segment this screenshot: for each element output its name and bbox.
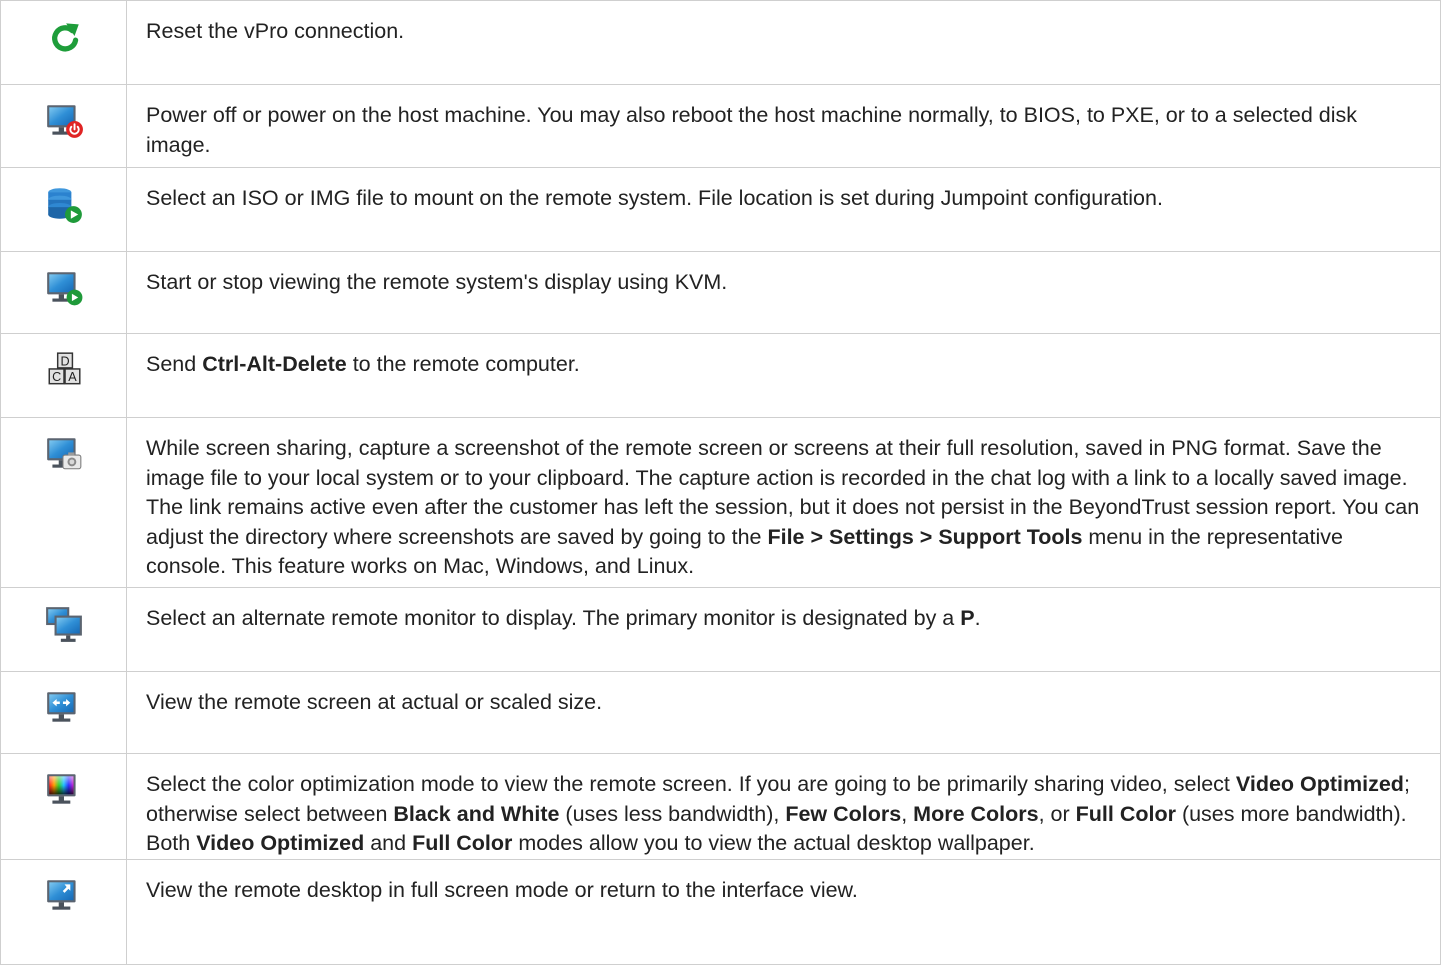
emphasized-term: Few Colors (785, 801, 902, 826)
monitor-camera-icon (44, 434, 84, 474)
description-cell: Reset the vPro connection. (126, 0, 1441, 85)
key-label: A (68, 370, 77, 384)
description-text: , (901, 801, 914, 826)
monitor-fullscreen-icon (44, 876, 84, 916)
description-text: to the remote computer. (346, 352, 580, 376)
icon-cell (0, 417, 127, 588)
description-cell: View the remote desktop in full screen m… (126, 858, 1441, 965)
description-text: Reset the vPro connection. (146, 19, 405, 43)
description-cell: Start or stop viewing the remote system'… (126, 251, 1441, 334)
table-row: View the remote desktop in full screen m… (0, 858, 1441, 965)
description-cell: Power off or power on the host machine. … (126, 84, 1441, 168)
emphasized-term: File > Settings > Support Tools (767, 524, 1083, 549)
description-text: Select the color optimization mode to vi… (146, 772, 1236, 796)
monitor-play-icon (44, 268, 84, 308)
icon-cell (0, 671, 127, 754)
emphasized-term: More Colors (913, 801, 1039, 826)
refresh-icon (44, 17, 84, 57)
multi-monitor-icon (44, 604, 84, 644)
tools-table: Reset the vPro connection. Power off or … (0, 0, 1441, 965)
icon-cell (0, 0, 127, 85)
description-text: Start or stop viewing the remote system'… (146, 270, 728, 294)
description-cell: Select the color optimization mode to vi… (126, 753, 1441, 860)
icon-cell (0, 84, 127, 168)
table-row: Select an alternate remote monitor to di… (0, 587, 1441, 672)
description-text: Send (146, 352, 203, 376)
description-cell: Send Ctrl-Alt-Delete to the remote compu… (126, 333, 1441, 418)
description-cell: View the remote screen at actual or scal… (126, 671, 1441, 754)
description-text: and (364, 831, 413, 855)
icon-cell (0, 587, 127, 672)
icon-cell (0, 753, 127, 860)
table-row: View the remote screen at actual or scal… (0, 671, 1441, 754)
description-text: , or (1038, 801, 1076, 826)
emphasized-term: Full Color (412, 831, 513, 855)
emphasized-term: P (960, 606, 975, 630)
description-text: View the remote screen at actual or scal… (146, 690, 603, 714)
disk-image-play-icon (44, 184, 84, 224)
icon-cell (0, 167, 127, 252)
monitor-power-icon (44, 101, 84, 141)
table-row: Reset the vPro connection. (0, 0, 1441, 85)
table-row: Select the color optimization mode to vi… (0, 753, 1441, 860)
emphasized-term: Ctrl-Alt-Delete (202, 352, 347, 376)
tools-table-page: Reset the vPro connection. Power off or … (0, 0, 1445, 965)
table-row: While screen sharing, capture a screensh… (0, 417, 1441, 588)
emphasized-term: Full Color (1075, 801, 1176, 826)
emphasized-term: Video Optimized (196, 831, 365, 855)
description-text: Power off or power on the host machine. … (146, 103, 1358, 157)
description-text: View the remote desktop in full screen m… (146, 877, 858, 902)
emphasized-term: Video Optimized (1235, 772, 1404, 796)
monitor-color-icon (44, 770, 84, 810)
table-row: D C A Send Ctrl-Alt-Delete to the remote … (0, 333, 1441, 418)
monitor-scale-arrows-icon (44, 688, 84, 728)
icon-cell (0, 858, 127, 965)
table-row: Select an ISO or IMG file to mount on th… (0, 167, 1441, 252)
ctrl-alt-delete-keys-icon: D C A (44, 350, 84, 390)
description-text: Select an alternate remote monitor to di… (146, 606, 961, 630)
emphasized-term: Black and White (393, 801, 560, 826)
description-cell: Select an ISO or IMG file to mount on th… (126, 167, 1441, 252)
description-cell: While screen sharing, capture a screensh… (126, 417, 1441, 588)
description-text: modes allow you to view the actual deskt… (512, 831, 1035, 855)
description-text: (uses less bandwidth), (559, 801, 786, 826)
table-row: Start or stop viewing the remote system'… (0, 251, 1441, 334)
description-cell: Select an alternate remote monitor to di… (126, 587, 1441, 672)
key-label: D (60, 354, 69, 368)
description-text: Select an ISO or IMG file to mount on th… (146, 186, 1163, 210)
icon-cell (0, 251, 127, 334)
table-row: Power off or power on the host machine. … (0, 84, 1441, 168)
icon-cell: D C A (0, 333, 127, 418)
description-text: . (974, 606, 981, 630)
key-label: C (52, 370, 61, 384)
